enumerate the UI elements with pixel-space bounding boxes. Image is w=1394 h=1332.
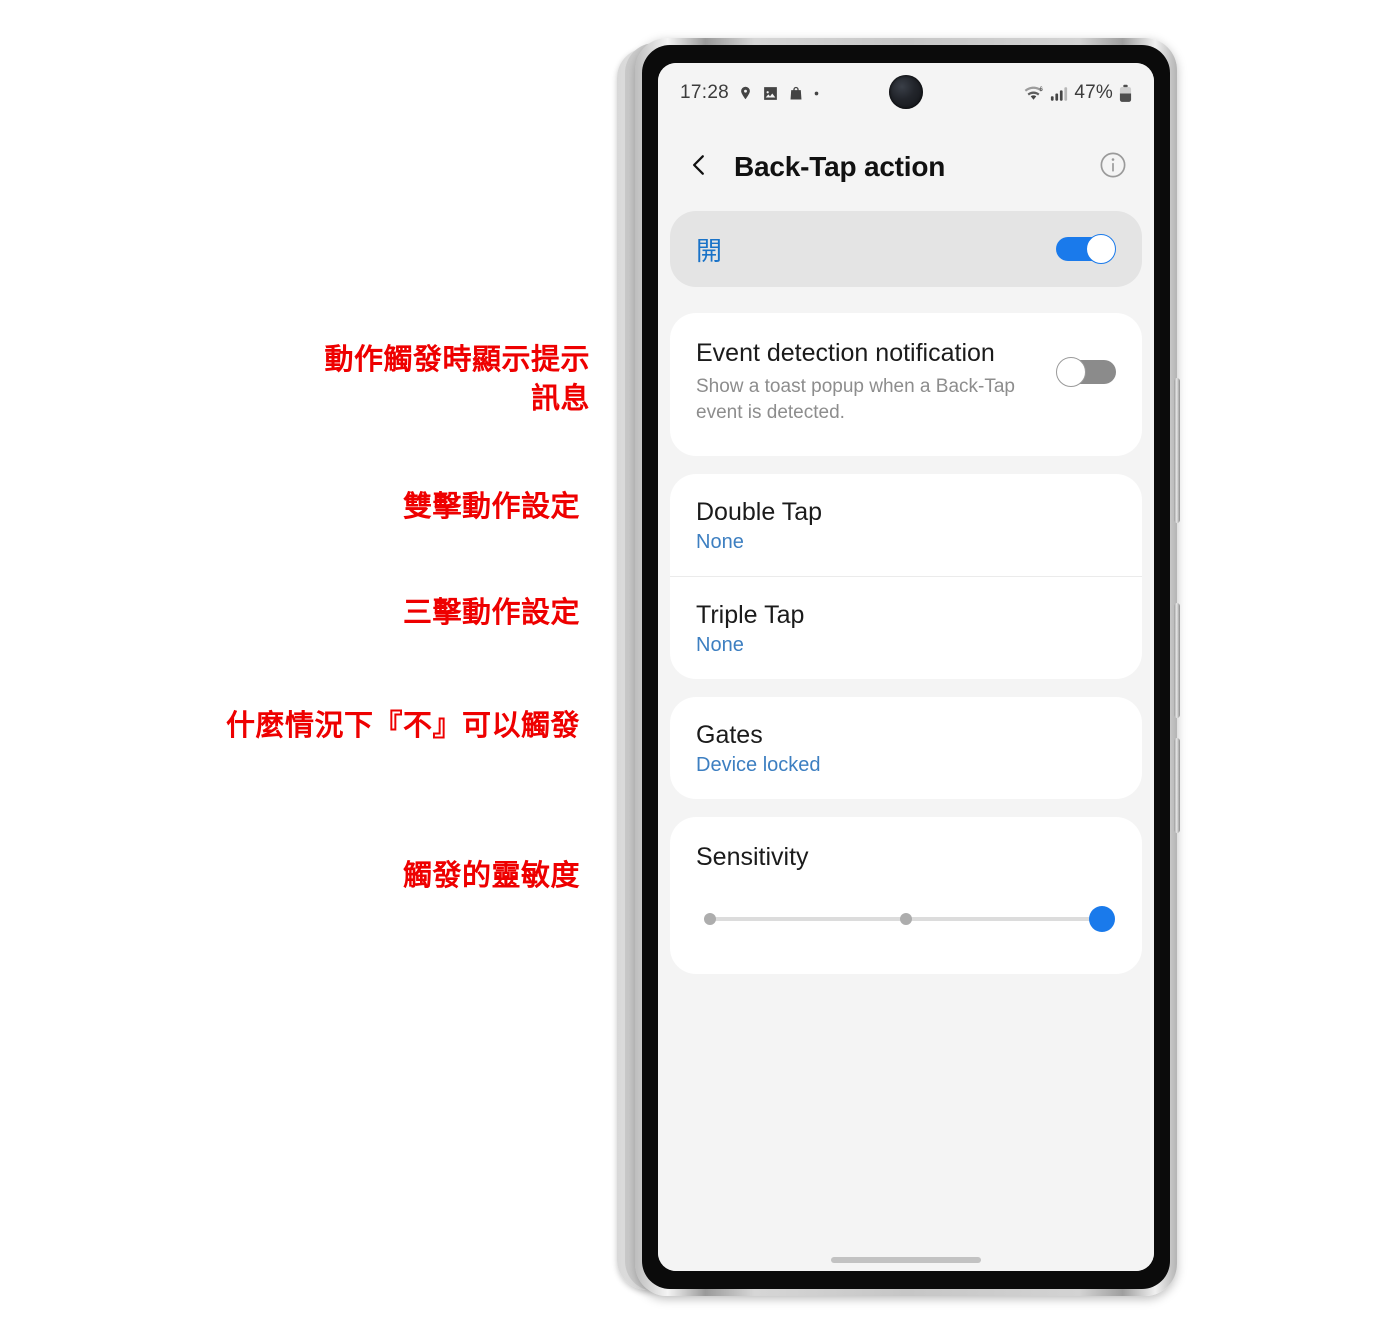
gates-row[interactable]: Gates Device locked [670, 697, 1142, 799]
toggle-thumb [1086, 234, 1116, 264]
double-tap-value: None [696, 531, 744, 554]
app-bar: Back-Tap action [658, 123, 1154, 211]
notification-card: Event detection notification Show a toas… [670, 313, 1142, 457]
front-camera-punchhole [889, 75, 923, 109]
volume-rocker-button[interactable] [1174, 378, 1180, 523]
master-switch-label: 開 [696, 235, 723, 266]
notification-description: Show a toast popup when a Back-Tap event… [696, 376, 1015, 424]
tap-actions-card: Double Tap None Triple Tap None [670, 474, 1142, 680]
double-tap-row[interactable]: Double Tap None [670, 474, 1142, 576]
svg-text:6: 6 [1040, 86, 1044, 92]
master-switch-card: 開 [670, 211, 1142, 287]
master-switch-row[interactable]: 開 [670, 211, 1142, 287]
wifi-6-icon: 6 [1023, 85, 1044, 102]
sensitivity-card: Sensitivity [670, 817, 1142, 975]
battery-percent-label: 47% [1074, 82, 1113, 103]
notification-toggle[interactable] [1056, 357, 1116, 387]
location-pin-icon [738, 84, 753, 102]
notification-text-group: Event detection notification Show a toas… [696, 339, 1056, 426]
gesture-navigation-bar[interactable] [831, 1257, 981, 1263]
cellular-signal-icon [1050, 85, 1068, 102]
dot-icon [813, 90, 820, 97]
chevron-left-icon [686, 152, 712, 183]
shopping-bag-icon [788, 85, 804, 102]
toggle-thumb [1056, 357, 1086, 387]
slider-tick-low[interactable] [704, 913, 716, 926]
triple-tap-row[interactable]: Triple Tap None [670, 576, 1142, 679]
annotation-double-tap: 雙擊動作設定 [402, 489, 580, 523]
side-key-button[interactable] [1174, 738, 1180, 833]
battery-icon [1119, 84, 1132, 103]
slider-tick-medium[interactable] [900, 913, 912, 926]
settings-list: 開 Event detection notification Show a to… [658, 211, 1154, 1271]
page-title: Back-Tap action [734, 151, 946, 182]
phone-screen: 17:28 6 47% Back-Tap action 開 Event dete… [658, 63, 1154, 1271]
phone-device: 17:28 6 47% Back-Tap action 開 Event dete… [617, 38, 1180, 1300]
power-button[interactable] [1174, 603, 1180, 718]
notification-title: Event detection notification [696, 339, 995, 367]
screenshot-root: 動作觸發時顯示提示 訊息 雙擊動作設定 三擊動作設定 什麼情況下『不』可以觸發 … [0, 0, 1394, 1332]
triple-tap-value: None [696, 634, 744, 657]
status-bar-left-group: 17:28 [680, 82, 820, 104]
double-tap-title: Double Tap [696, 498, 823, 527]
sensitivity-title: Sensitivity [696, 843, 809, 872]
back-button[interactable] [682, 150, 716, 184]
image-icon [762, 85, 779, 102]
gates-value: Device locked [696, 754, 821, 777]
gates-title: Gates [696, 721, 763, 750]
status-bar: 17:28 6 47% [658, 63, 1154, 123]
master-switch-toggle[interactable] [1056, 234, 1116, 264]
triple-tap-title: Triple Tap [696, 601, 805, 630]
status-bar-right-group: 6 47% [1023, 82, 1132, 104]
gates-card: Gates Device locked [670, 697, 1142, 800]
annotation-triple-tap: 三擊動作設定 [402, 595, 580, 629]
annotation-gates: 什麼情況下『不』可以觸發 [225, 708, 580, 742]
event-detection-notification-row[interactable]: Event detection notification Show a toas… [670, 313, 1142, 456]
sensitivity-slider[interactable] [704, 906, 1115, 933]
info-button[interactable] [1096, 150, 1130, 184]
annotation-event-notification: 動作觸發時顯示提示 訊息 [324, 342, 590, 416]
status-bar-clock: 17:28 [680, 82, 730, 103]
info-circle-icon [1098, 150, 1128, 185]
annotation-sensitivity: 觸發的靈敏度 [402, 858, 580, 892]
slider-thumb-high[interactable] [1089, 906, 1115, 933]
